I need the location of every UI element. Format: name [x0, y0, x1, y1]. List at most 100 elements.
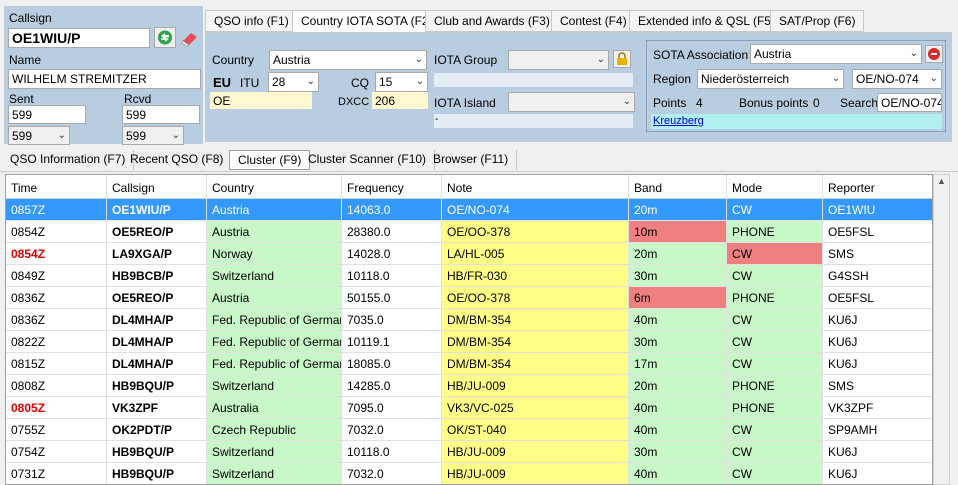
- callsign-input[interactable]: OE1WIU/P: [8, 28, 150, 48]
- table-row[interactable]: 0731Z HB9BQU/P Switzerland 7032.0 HB/JU-009 4…: [6, 463, 932, 484]
- cell-mode: PHONE: [727, 221, 823, 243]
- table-row[interactable]: 0822Z DL4MHA/P Fed. Republic of Germany 101…: [6, 331, 932, 353]
- tab-cluster-scanner[interactable]: Cluster Scanner (F10): [300, 150, 436, 170]
- iota-group-select[interactable]: ⌄: [508, 50, 609, 70]
- tab-browser[interactable]: Browser (F11): [425, 150, 518, 170]
- sent-input[interactable]: 599: [8, 105, 86, 124]
- tab-sat-prop[interactable]: SAT/Prop (F6): [770, 10, 865, 32]
- cell-country: Austria: [207, 199, 342, 221]
- sota-association-select[interactable]: Austria ⌄: [750, 44, 922, 64]
- cell-band: 40m: [629, 463, 727, 484]
- continent-label: EU: [213, 75, 232, 90]
- sota-clear-button[interactable]: [925, 45, 943, 63]
- cell-freq: 10119.1: [342, 331, 442, 353]
- cell-country: Switzerland: [207, 441, 342, 463]
- tab-extended-info-qsl[interactable]: Extended info & QSL (F5): [629, 10, 784, 32]
- column-header-reporter[interactable]: Reporter: [823, 175, 932, 199]
- tab-cluster[interactable]: Cluster (F9): [229, 150, 311, 170]
- cell-mode: CW: [727, 265, 823, 287]
- table-row[interactable]: 0836Z DL4MHA/P Fed. Republic of Germany 703…: [6, 309, 932, 331]
- cell-reporter: KU6J: [823, 309, 932, 331]
- cell-time: 0754Z: [6, 441, 107, 463]
- column-header-band[interactable]: Band: [629, 175, 727, 199]
- cell-country: Austria: [207, 221, 342, 243]
- cell-time: 0755Z: [6, 419, 107, 441]
- vertical-scrollbar[interactable]: ▲: [933, 174, 950, 485]
- sota-association-label: SOTA Association: [653, 48, 749, 62]
- cell-callsign: OE1WIU/P: [107, 199, 207, 221]
- chevron-down-icon: ⌄: [622, 96, 631, 107]
- country-select[interactable]: Austria ⌄: [269, 50, 427, 70]
- tab-qso-information[interactable]: QSO Information (F7): [2, 150, 135, 170]
- column-header-country[interactable]: Country: [207, 175, 342, 199]
- table-row[interactable]: 0805Z VK3ZPF Australia 7095.0 VK3/VC-025 40m P…: [6, 397, 932, 419]
- cell-note: OE/OO-378: [442, 221, 629, 243]
- cell-note: LA/HL-005: [442, 243, 629, 265]
- cell-time: 0822Z: [6, 331, 107, 353]
- summit-select[interactable]: OE/NO-074 ⌄: [852, 69, 942, 89]
- table-row[interactable]: 0755Z OK2PDT/P Czech Republic 7032.0 OK/ST-0…: [6, 419, 932, 441]
- cell-mode: CW: [727, 419, 823, 441]
- table-row[interactable]: 0754Z HB9BQU/P Switzerland 10118.0 HB/JU-009…: [6, 441, 932, 463]
- tab-qso-info[interactable]: QSO info (F1): [205, 10, 298, 32]
- eraser-button[interactable]: [180, 28, 200, 48]
- column-header-freq[interactable]: Frequency: [342, 175, 442, 199]
- rcvd-select[interactable]: 599 ⌄: [122, 126, 184, 145]
- cell-country: Fed. Republic of Germany: [207, 309, 342, 331]
- chevron-down-icon: ⌄: [57, 130, 66, 141]
- tab-recent-qso[interactable]: Recent QSO (F8): [122, 150, 233, 170]
- cell-mode: PHONE: [727, 397, 823, 419]
- itu-select[interactable]: 28 ⌄: [268, 72, 319, 92]
- column-header-note[interactable]: Note: [442, 175, 629, 199]
- name-input[interactable]: WILHELM STREMITZER: [8, 69, 201, 89]
- cell-freq: 28380.0: [342, 221, 442, 243]
- column-header-time[interactable]: Time: [6, 175, 107, 199]
- cell-time: 0815Z: [6, 353, 107, 375]
- tab-club-awards[interactable]: Club and Awards (F3): [425, 10, 559, 32]
- table-row[interactable]: 0836Z OE5REO/P Austria 50155.0 OE/OO-378 6m PH…: [6, 287, 932, 309]
- table-row[interactable]: 0815Z DL4MHA/P Fed. Republic of Germany 180…: [6, 353, 932, 375]
- tab-country-iota-sota[interactable]: Country IOTA SOTA (F2): [292, 10, 442, 32]
- iota-group-label: IOTA Group: [434, 53, 498, 67]
- dxcc-field: 206: [372, 92, 428, 109]
- cell-time: 0836Z: [6, 309, 107, 331]
- region-select[interactable]: Niederösterreich ⌄: [697, 69, 844, 89]
- cell-note: HB/JU-009: [442, 463, 629, 484]
- cell-country: Fed. Republic of Germany: [207, 331, 342, 353]
- summit-search-input[interactable]: OE/NO-074: [877, 93, 942, 112]
- cq-select[interactable]: 15 ⌄: [375, 72, 428, 92]
- cell-time: 0849Z: [6, 265, 107, 287]
- cluster-grid[interactable]: Time Callsign Country Frequency Note Band Mode…: [5, 174, 933, 485]
- cell-country: Fed. Republic of Germany: [207, 353, 342, 375]
- green-arrows-icon: [158, 30, 172, 45]
- table-row[interactable]: 0849Z HB9BCB/P Switzerland 10118.0 HB/FR-030…: [6, 265, 932, 287]
- table-row[interactable]: 0854Z OE5REO/P Austria 28380.0 OE/OO-378 10m P…: [6, 221, 932, 243]
- sent-select[interactable]: 599 ⌄: [8, 126, 70, 145]
- summit-name-link[interactable]: Kreuzberg: [653, 115, 704, 127]
- cell-callsign: OK2PDT/P: [107, 419, 207, 441]
- column-header-callsign[interactable]: Callsign: [107, 175, 207, 199]
- country-label: Country: [212, 53, 255, 67]
- table-row[interactable]: 0857Z OE1WIU/P Austria 14063.0 OE/NO-074 20m C…: [6, 199, 932, 221]
- scroll-up-icon[interactable]: ▲: [937, 176, 946, 186]
- cell-callsign: OE5REO/P: [107, 287, 207, 309]
- cell-note: OE/NO-074: [442, 199, 629, 221]
- chevron-down-icon: ⌄: [909, 48, 918, 59]
- iota-lock-button[interactable]: [613, 50, 631, 68]
- cell-reporter: SP9AMH: [823, 419, 932, 441]
- chevron-down-icon: ⌄: [831, 73, 840, 84]
- table-row[interactable]: 0808Z HB9BQU/P Switzerland 14285.0 HB/JU-009…: [6, 375, 932, 397]
- iota-island-select[interactable]: ⌄: [508, 92, 635, 112]
- column-header-mode[interactable]: Mode: [727, 175, 823, 199]
- cell-mode: CW: [727, 463, 823, 484]
- chevron-down-icon: ⌄: [929, 73, 938, 84]
- cell-time: 0808Z: [6, 375, 107, 397]
- cell-mode: PHONE: [727, 287, 823, 309]
- table-row[interactable]: 0854Z LA9XGA/P Norway 14028.0 LA/HL-005 20m CW…: [6, 243, 932, 265]
- cell-note: OE/OO-378: [442, 287, 629, 309]
- lookup-button[interactable]: [154, 27, 176, 48]
- rcvd-input[interactable]: 599: [122, 105, 200, 124]
- cell-band: 40m: [629, 397, 727, 419]
- itu-label: ITU: [240, 76, 260, 90]
- tab-contest[interactable]: Contest (F4): [551, 10, 636, 32]
